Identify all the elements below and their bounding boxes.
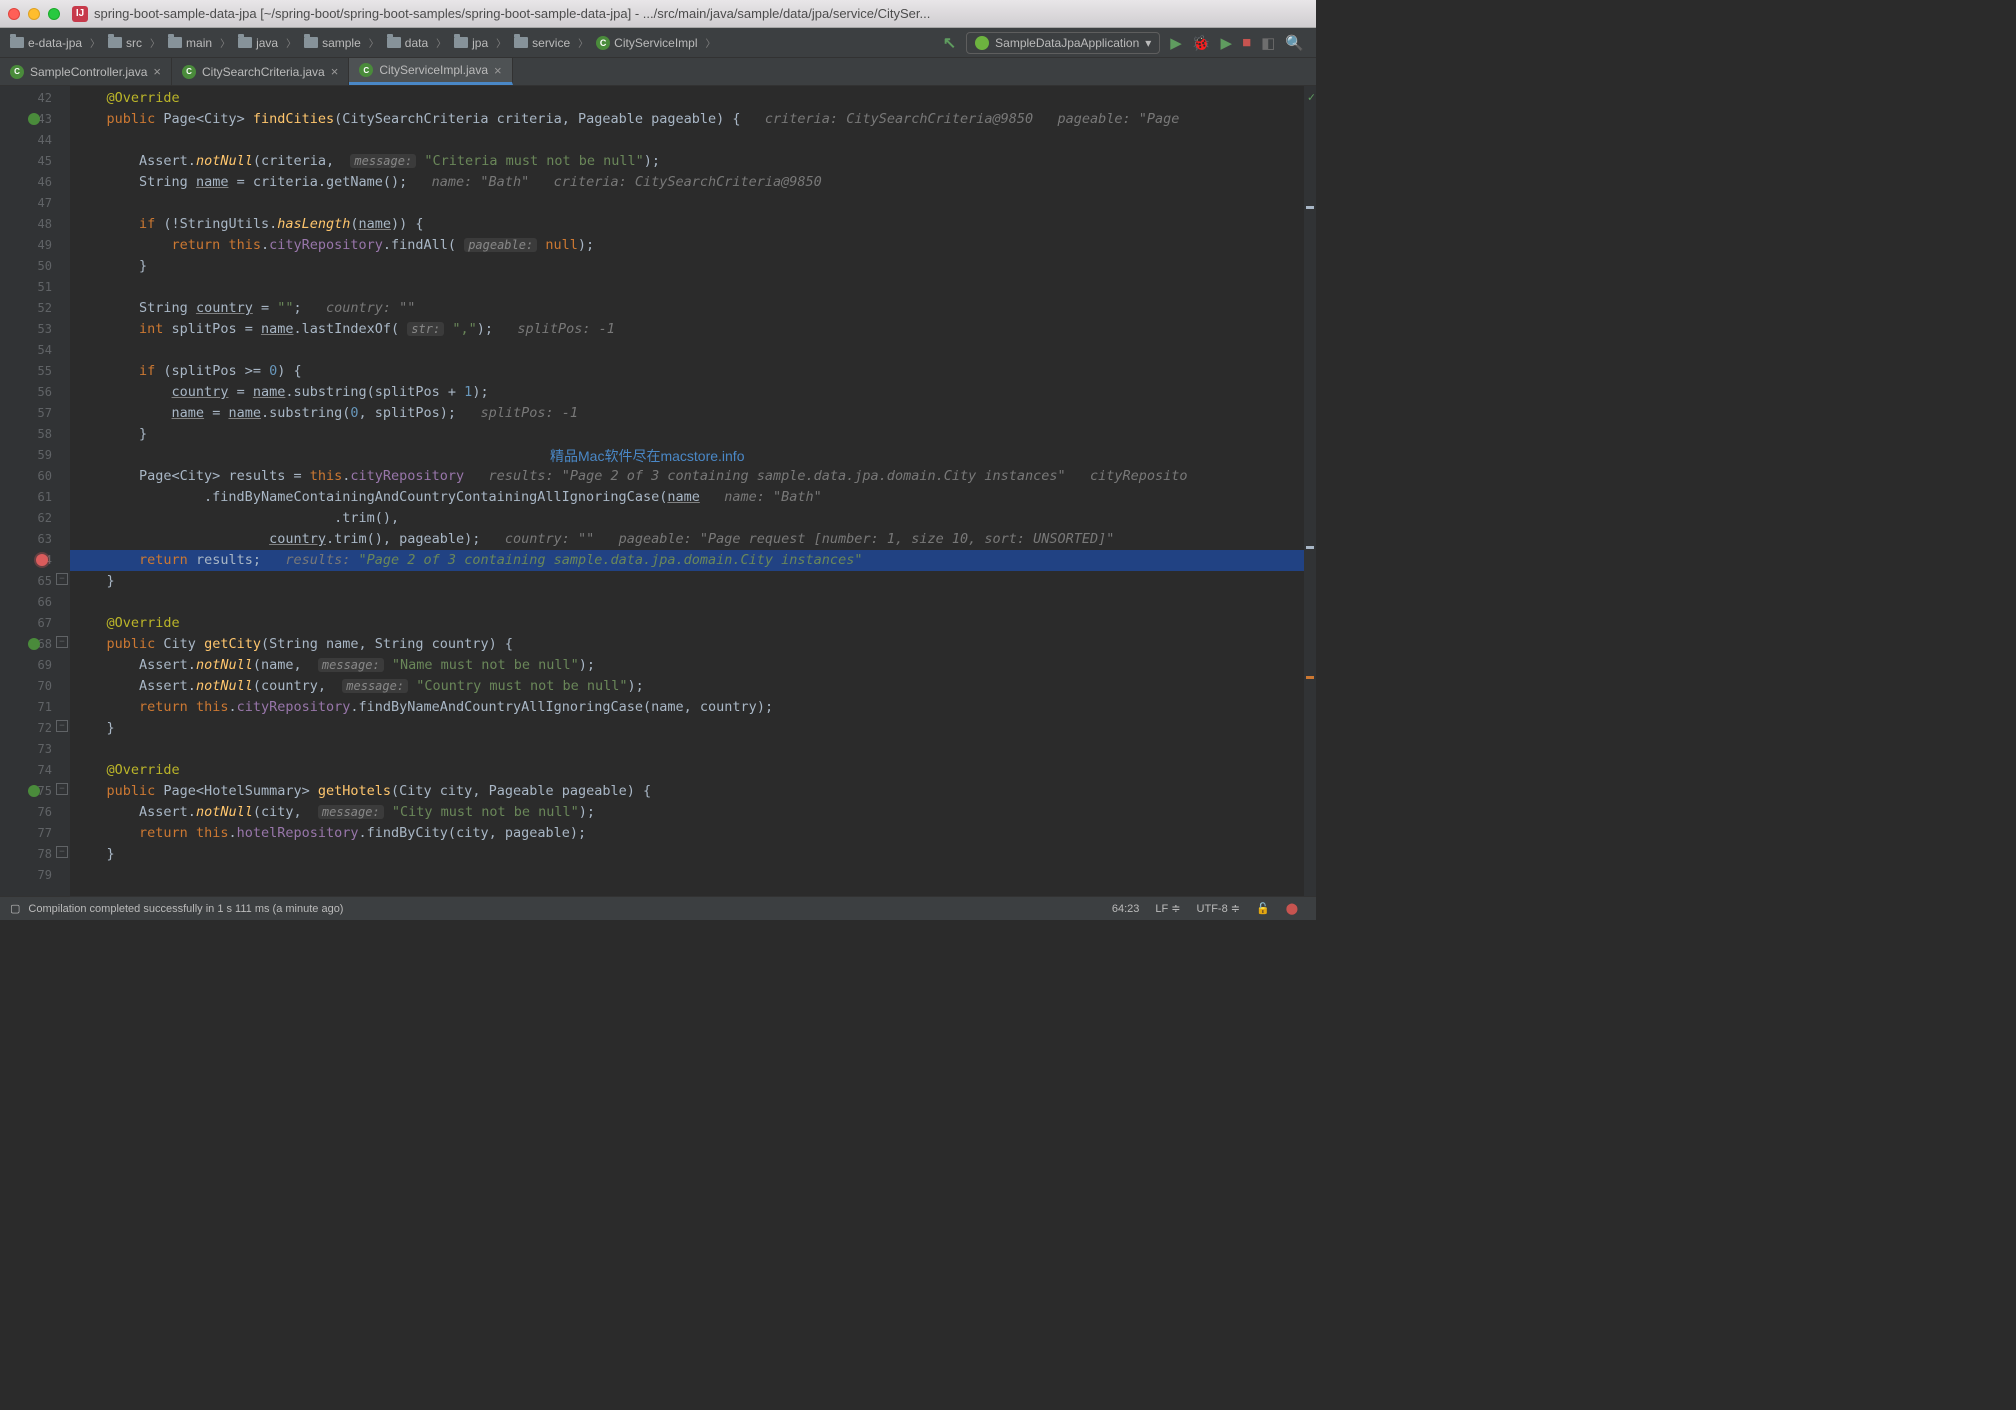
fold-icon[interactable]: −: [56, 573, 68, 585]
memory-indicator-icon[interactable]: ⬤: [1278, 902, 1306, 915]
breadcrumb-data[interactable]: data: [383, 34, 432, 52]
close-icon[interactable]: ×: [331, 64, 339, 79]
gutter[interactable]: 42 43 44 45 46 47 48 49 50 51 52 53 54 5…: [0, 86, 70, 896]
close-window-icon[interactable]: [8, 8, 20, 20]
breadcrumb-service[interactable]: service: [510, 34, 574, 52]
editor-tabs: C SampleController.java × C CitySearchCr…: [0, 58, 1316, 86]
breadcrumb-class[interactable]: C CityServiceImpl: [592, 34, 701, 52]
folder-icon: [238, 37, 252, 48]
navigation-bar: e-data-jpa〉 src〉 main〉 java〉 sample〉 dat…: [0, 28, 1316, 58]
close-icon[interactable]: ×: [153, 64, 161, 79]
traffic-lights: [8, 8, 60, 20]
run-icon[interactable]: ▶: [1170, 34, 1182, 52]
stop-icon[interactable]: ■: [1242, 34, 1251, 51]
run-config-selector[interactable]: SampleDataJpaApplication ▾: [966, 32, 1160, 54]
status-message: Compilation completed successfully in 1 …: [20, 903, 351, 915]
breadcrumb-jpa[interactable]: jpa: [450, 34, 492, 52]
app-icon: IJ: [72, 6, 88, 22]
fold-icon[interactable]: −: [56, 720, 68, 732]
java-class-icon: C: [359, 63, 373, 77]
line-separator[interactable]: LF ≑: [1147, 902, 1188, 915]
folder-icon: [168, 37, 182, 48]
java-class-icon: C: [182, 65, 196, 79]
tab-sample-controller[interactable]: C SampleController.java ×: [0, 58, 172, 85]
zoom-window-icon[interactable]: [48, 8, 60, 20]
breadcrumb-sample[interactable]: sample: [300, 34, 365, 52]
breadcrumb-java[interactable]: java: [234, 34, 282, 52]
status-bar: ▢ Compilation completed successfully in …: [0, 896, 1316, 920]
search-icon[interactable]: 🔍: [1285, 34, 1304, 52]
run-coverage-icon[interactable]: ▶: [1221, 34, 1233, 52]
tab-city-service-impl[interactable]: C CityServiceImpl.java ×: [349, 58, 512, 85]
folder-icon: [514, 37, 528, 48]
breadcrumb-root[interactable]: e-data-jpa: [6, 34, 86, 52]
folder-icon: [454, 37, 468, 48]
close-icon[interactable]: ×: [494, 63, 502, 78]
java-class-icon: C: [10, 65, 24, 79]
breadcrumb-src[interactable]: src: [104, 34, 146, 52]
folder-icon: [387, 37, 401, 48]
build-icon[interactable]: ↖: [937, 33, 962, 53]
breakpoint-gutter-icon[interactable]: [36, 554, 48, 566]
debug-icon[interactable]: 🐞: [1192, 34, 1211, 52]
tool-window-quick-access-icon[interactable]: ▢: [10, 902, 20, 915]
caret-position[interactable]: 64:23: [1104, 903, 1148, 915]
error-stripe[interactable]: ✓: [1304, 86, 1316, 896]
code-editor[interactable]: @Override public Page<City> findCities(C…: [70, 86, 1304, 896]
chevron-down-icon: ▾: [1145, 36, 1151, 50]
breadcrumb-main[interactable]: main: [164, 34, 216, 52]
folder-icon: [10, 37, 24, 48]
tab-city-search-criteria[interactable]: C CitySearchCriteria.java ×: [172, 58, 349, 85]
inspection-ok-icon[interactable]: ✓: [1308, 90, 1315, 104]
layout-icon[interactable]: ◧: [1261, 34, 1275, 52]
fold-icon[interactable]: −: [56, 636, 68, 648]
folder-icon: [108, 37, 122, 48]
override-gutter-icon[interactable]: [28, 638, 40, 650]
fold-icon[interactable]: −: [56, 783, 68, 795]
title-bar: IJ spring-boot-sample-data-jpa [~/spring…: [0, 0, 1316, 28]
override-gutter-icon[interactable]: [28, 113, 40, 125]
file-encoding[interactable]: UTF-8 ≑: [1189, 902, 1248, 915]
override-gutter-icon[interactable]: [28, 785, 40, 797]
fold-icon[interactable]: −: [56, 846, 68, 858]
folder-icon: [304, 37, 318, 48]
editor-area[interactable]: 42 43 44 45 46 47 48 49 50 51 52 53 54 5…: [0, 86, 1316, 896]
spring-boot-icon: [975, 36, 989, 50]
window-title: spring-boot-sample-data-jpa [~/spring-bo…: [94, 6, 930, 21]
minimize-window-icon[interactable]: [28, 8, 40, 20]
class-icon: C: [596, 36, 610, 50]
readonly-toggle-icon[interactable]: 🔓: [1248, 902, 1278, 915]
